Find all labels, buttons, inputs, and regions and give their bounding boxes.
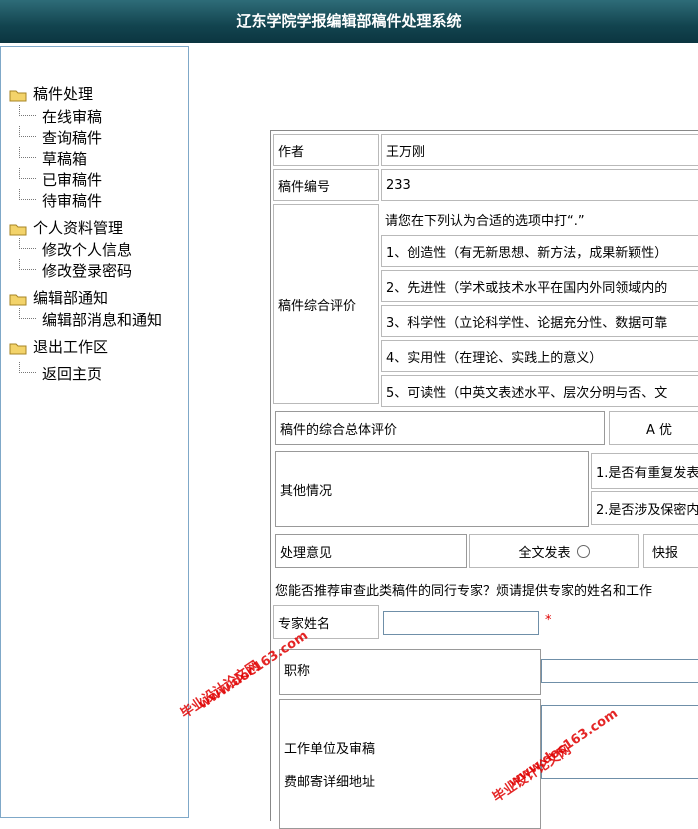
sidebar-item-label: 修改登录密码 bbox=[42, 262, 133, 280]
sidebar-group-manuscript[interactable]: 稿件处理 bbox=[9, 83, 93, 104]
criterion-row[interactable]: 4、实用性（在理论、实践上的意义） bbox=[381, 340, 698, 372]
required-mark: * bbox=[545, 613, 552, 628]
opinion-option-label: 全文发表 bbox=[518, 545, 571, 561]
folder-icon bbox=[9, 341, 27, 355]
sidebar-item-reviewed[interactable]: 已审稿件 bbox=[19, 168, 102, 190]
other-item-duplicate[interactable]: 1.是否有重复发表 bbox=[591, 453, 698, 489]
sidebar-item-change-password[interactable]: 修改登录密码 bbox=[19, 259, 132, 281]
opinion-full-publish[interactable]: 全文发表 bbox=[469, 534, 639, 568]
folder-icon bbox=[9, 88, 27, 102]
sidebar-item-label: 草稿箱 bbox=[42, 150, 88, 168]
expert-title-label: 职称 bbox=[279, 649, 541, 695]
address-label: 工作单位及审稿 费邮寄详细地址 bbox=[279, 699, 541, 829]
sidebar-item-online-review[interactable]: 在线审稿 bbox=[19, 105, 102, 127]
sidebar-item-label: 已审稿件 bbox=[42, 171, 103, 189]
app-title: 辽东学院学报编辑部稿件处理系统 bbox=[236, 12, 462, 30]
sidebar-item-query[interactable]: 查询稿件 bbox=[19, 126, 102, 148]
sidebar-group-label: 稿件处理 bbox=[33, 85, 94, 103]
review-form: 作者 王万刚 稿件编号 233 稿件综合评价 请您在下列认为合适的选项中打“.”… bbox=[270, 130, 698, 829]
author-label: 作者 bbox=[273, 134, 379, 166]
sidebar-item-edit-info[interactable]: 修改个人信息 bbox=[19, 238, 132, 260]
overall-option-a[interactable]: A 优 bbox=[609, 411, 698, 445]
app-header: 辽东学院学报编辑部稿件处理系统 bbox=[0, 0, 698, 43]
sidebar-group-label: 编辑部通知 bbox=[33, 289, 109, 307]
sidebar-item-label: 在线审稿 bbox=[42, 108, 103, 126]
manuscript-id-value: 233 bbox=[381, 169, 698, 201]
other-situations-label: 其他情况 bbox=[275, 451, 589, 527]
sidebar-group-label: 个人资料管理 bbox=[33, 219, 124, 237]
sidebar-item-label: 返回主页 bbox=[42, 365, 103, 383]
sidebar-group-notices[interactable]: 编辑部通知 bbox=[9, 287, 108, 308]
expert-title-input[interactable] bbox=[541, 659, 698, 683]
manuscript-id-label: 稿件编号 bbox=[273, 169, 379, 201]
sidebar-item-drafts[interactable]: 草稿箱 bbox=[19, 147, 87, 169]
sidebar-item-pending[interactable]: 待审稿件 bbox=[19, 189, 102, 211]
sidebar-group-label: 退出工作区 bbox=[33, 338, 109, 356]
folder-icon bbox=[9, 292, 27, 306]
address-label-line-2: 费邮寄详细地址 bbox=[284, 775, 376, 790]
sidebar-item-label: 待审稿件 bbox=[42, 192, 103, 210]
expert-name-input[interactable] bbox=[383, 611, 539, 635]
address-label-line-1: 工作单位及审稿 bbox=[284, 742, 376, 757]
sidebar-item-messages[interactable]: 编辑部消息和通知 bbox=[19, 308, 162, 330]
expert-name-label: 专家姓名 bbox=[273, 605, 379, 639]
recommend-expert-text: 您能否推荐审查此类稿件的同行专家？烦请提供专家的姓名和工作 bbox=[275, 584, 653, 599]
evaluation-instruction: 请您在下列认为合适的选项中打“.” bbox=[381, 204, 698, 234]
processing-opinion-label: 处理意见 bbox=[275, 534, 467, 568]
overall-evaluation-label: 稿件的综合总体评价 bbox=[275, 411, 605, 445]
sidebar-group-profile[interactable]: 个人资料管理 bbox=[9, 217, 123, 238]
sidebar-nav: 稿件处理 在线审稿 查询稿件 草稿箱 已审稿件 待审稿件 个人资料管理 修改个人… bbox=[0, 46, 189, 818]
criterion-row[interactable]: 5、可读性（中英文表述水平、层次分明与否、文 bbox=[381, 375, 698, 407]
sidebar-item-label: 修改个人信息 bbox=[42, 241, 133, 259]
folder-icon bbox=[9, 222, 27, 236]
evaluation-label: 稿件综合评价 bbox=[273, 204, 379, 404]
author-value: 王万刚 bbox=[381, 134, 698, 166]
other-item-confidential[interactable]: 2.是否涉及保密内 bbox=[591, 491, 698, 525]
criterion-row[interactable]: 1、创造性（有无新思想、新方法，成果新颖性） bbox=[381, 235, 698, 267]
opinion-express[interactable]: 快报 bbox=[643, 534, 698, 568]
full-publish-radio[interactable] bbox=[576, 544, 590, 558]
criterion-row[interactable]: 2、先进性（学术或技术水平在国内外同领域内的 bbox=[381, 270, 698, 302]
sidebar-item-label: 查询稿件 bbox=[42, 129, 103, 147]
sidebar-group-exit[interactable]: 退出工作区 bbox=[9, 336, 108, 357]
sidebar-item-label: 编辑部消息和通知 bbox=[42, 311, 163, 329]
criterion-row[interactable]: 3、科学性（立论科学性、论据充分性、数据可靠 bbox=[381, 305, 698, 337]
sidebar-item-home[interactable]: 返回主页 bbox=[19, 362, 102, 384]
